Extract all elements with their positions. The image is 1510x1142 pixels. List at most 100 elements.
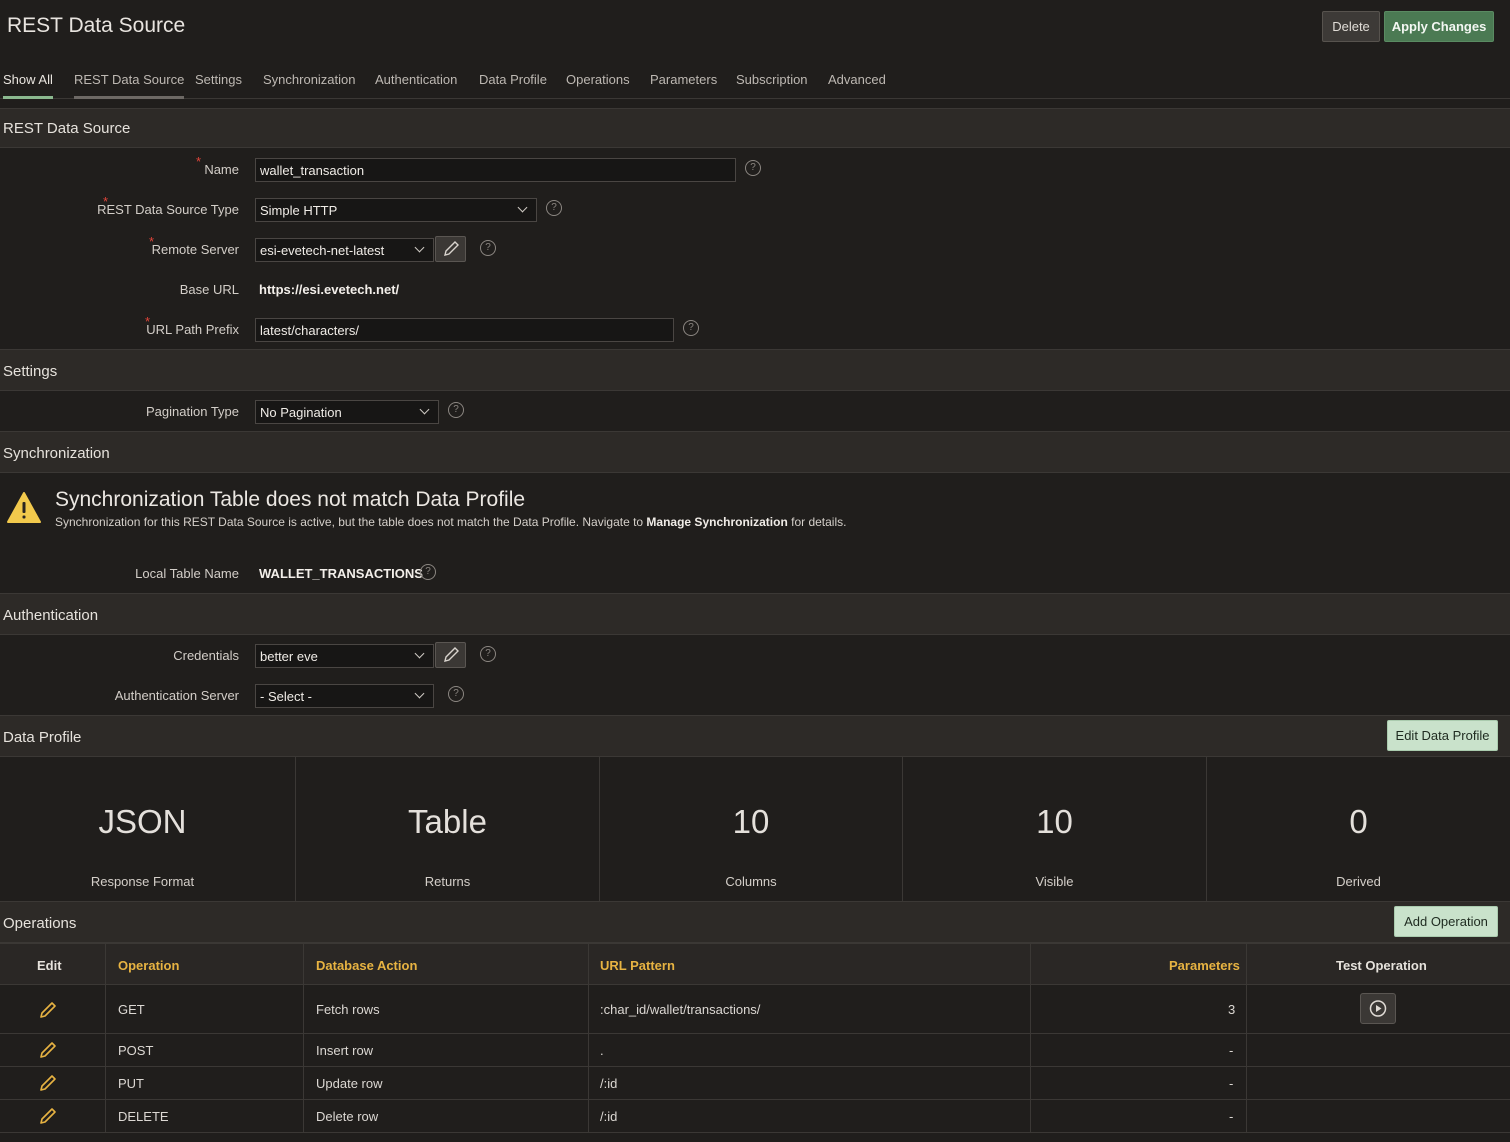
- stat-value: JSON: [98, 803, 187, 840]
- edit-pencil-icon[interactable]: [38, 1040, 58, 1060]
- edit-data-profile-button[interactable]: Edit Data Profile: [1387, 720, 1498, 751]
- chevron-down-icon: [517, 202, 528, 213]
- delete-button[interactable]: Delete: [1322, 11, 1380, 42]
- warning-icon: [7, 492, 41, 523]
- stat-value: 10: [1036, 803, 1073, 840]
- pagination-type-label: Pagination Type: [146, 404, 239, 419]
- sync-warning-text: Synchronization for this REST Data Sourc…: [55, 515, 846, 529]
- base-url-label: Base URL: [179, 282, 239, 297]
- help-icon[interactable]: ?: [448, 402, 464, 418]
- help-icon[interactable]: ?: [448, 686, 464, 702]
- chevron-down-icon: [414, 688, 425, 699]
- credentials-label: Credentials: [173, 648, 239, 663]
- tab-show-all[interactable]: Show All: [3, 72, 53, 99]
- chevron-down-icon: [419, 404, 430, 415]
- stat-derived: 0 Derived: [1207, 757, 1510, 901]
- pagination-type-select[interactable]: No Pagination: [255, 400, 439, 424]
- edit-credentials-button[interactable]: [435, 642, 466, 668]
- play-icon: [1369, 1000, 1387, 1017]
- apply-changes-button[interactable]: Apply Changes: [1384, 11, 1494, 42]
- section-title: Data Profile: [3, 729, 82, 746]
- help-icon[interactable]: ?: [745, 160, 761, 176]
- operation-cell: DELETE: [118, 1109, 169, 1124]
- edit-pencil-icon[interactable]: [38, 1073, 58, 1093]
- edit-remote-server-button[interactable]: [435, 236, 466, 262]
- url-pattern-cell: .: [600, 1043, 604, 1058]
- sync-warning-title: Synchronization Table does not match Dat…: [55, 488, 526, 511]
- col-database-action[interactable]: Database Action: [316, 958, 417, 973]
- required-marker: *: [196, 154, 202, 169]
- test-operation-button[interactable]: [1360, 993, 1396, 1024]
- tab-operations[interactable]: Operations: [566, 72, 630, 96]
- parameters-cell: -: [1229, 1043, 1234, 1058]
- table-row: DELETE Delete row /:id -: [0, 1100, 1510, 1133]
- remote-server-label: Remote Server: [151, 242, 239, 257]
- section-data-profile: Data Profile: [0, 715, 1510, 757]
- stat-response-format: JSON Response Format: [0, 757, 296, 901]
- help-icon[interactable]: ?: [546, 200, 562, 216]
- url-pattern-cell: /:id: [600, 1109, 618, 1124]
- select-value: better eve: [260, 649, 318, 664]
- col-operation[interactable]: Operation: [118, 958, 179, 973]
- section-title: Settings: [3, 363, 58, 380]
- col-parameters[interactable]: Parameters: [1169, 958, 1240, 973]
- operation-cell: POST: [118, 1043, 154, 1058]
- col-edit: Edit: [37, 958, 62, 973]
- manage-sync-link: Manage Synchronization: [646, 515, 788, 529]
- page-title: REST Data Source: [7, 14, 186, 37]
- add-operation-button[interactable]: Add Operation: [1394, 906, 1498, 937]
- chevron-down-icon: [414, 648, 425, 659]
- table-row: POST Insert row . -: [0, 1034, 1510, 1067]
- url-path-prefix-label: URL Path Prefix: [146, 322, 239, 337]
- section-title: Operations: [3, 915, 77, 932]
- tab-parameters[interactable]: Parameters: [650, 72, 717, 96]
- col-url-pattern[interactable]: URL Pattern: [600, 958, 675, 973]
- stat-label: Derived: [1336, 874, 1381, 889]
- tab-authentication[interactable]: Authentication: [375, 72, 457, 96]
- select-value: - Select -: [260, 689, 313, 704]
- db-action-cell: Delete row: [316, 1109, 379, 1124]
- stat-label: Response Format: [90, 874, 195, 889]
- stat-label: Visible: [1035, 874, 1074, 889]
- edit-pencil-icon[interactable]: [38, 1106, 58, 1126]
- name-input[interactable]: wallet_transaction: [255, 158, 736, 182]
- section-title: REST Data Source: [3, 120, 131, 137]
- remote-server-select[interactable]: esi-evetech-net-latest: [255, 238, 434, 262]
- url-path-prefix-input[interactable]: latest/characters/: [255, 318, 674, 342]
- select-value: No Pagination: [260, 405, 342, 420]
- parameters-cell: -: [1229, 1076, 1234, 1091]
- section-title: Synchronization: [3, 445, 110, 462]
- operation-cell: PUT: [118, 1076, 144, 1091]
- help-icon[interactable]: ?: [480, 646, 496, 662]
- help-icon[interactable]: ?: [683, 320, 699, 336]
- rest-source-type-select[interactable]: Simple HTTP: [255, 198, 537, 222]
- section-operations: Operations: [0, 901, 1510, 943]
- parameters-cell: 3: [1228, 1002, 1236, 1017]
- rest-source-type-label: REST Data Source Type: [97, 202, 239, 217]
- warning-text-part: for details.: [787, 515, 847, 529]
- tab-advanced[interactable]: Advanced: [828, 72, 886, 96]
- stat-value: Table: [408, 803, 487, 840]
- help-icon[interactable]: ?: [420, 564, 436, 580]
- tab-rest-data-source[interactable]: REST Data Source: [74, 72, 185, 99]
- tab-subscription[interactable]: Subscription: [736, 72, 808, 96]
- credentials-select[interactable]: better eve: [255, 644, 434, 668]
- tab-settings[interactable]: Settings: [195, 72, 242, 96]
- edit-pencil-icon[interactable]: [38, 1000, 58, 1020]
- stat-value: 0: [1349, 803, 1368, 840]
- tab-synchronization[interactable]: Synchronization: [263, 72, 356, 96]
- pencil-icon: [444, 647, 459, 662]
- local-table-name-value: WALLET_TRANSACTIONS: [259, 566, 423, 581]
- section-title: Authentication: [3, 607, 99, 624]
- tab-data-profile[interactable]: Data Profile: [479, 72, 547, 96]
- col-test-operation: Test Operation: [1336, 958, 1427, 973]
- url-pattern-cell: :char_id/wallet/transactions/: [600, 1002, 761, 1017]
- local-table-name-label: Local Table Name: [135, 566, 239, 581]
- section-rest-data-source: REST Data Source: [0, 108, 1510, 148]
- stat-visible: 10 Visible: [903, 757, 1207, 901]
- db-action-cell: Update row: [316, 1076, 383, 1091]
- help-icon[interactable]: ?: [480, 240, 496, 256]
- authentication-server-select[interactable]: - Select -: [255, 684, 434, 708]
- base-url-value: https://esi.evetech.net/: [259, 282, 400, 297]
- db-action-cell: Insert row: [316, 1043, 374, 1058]
